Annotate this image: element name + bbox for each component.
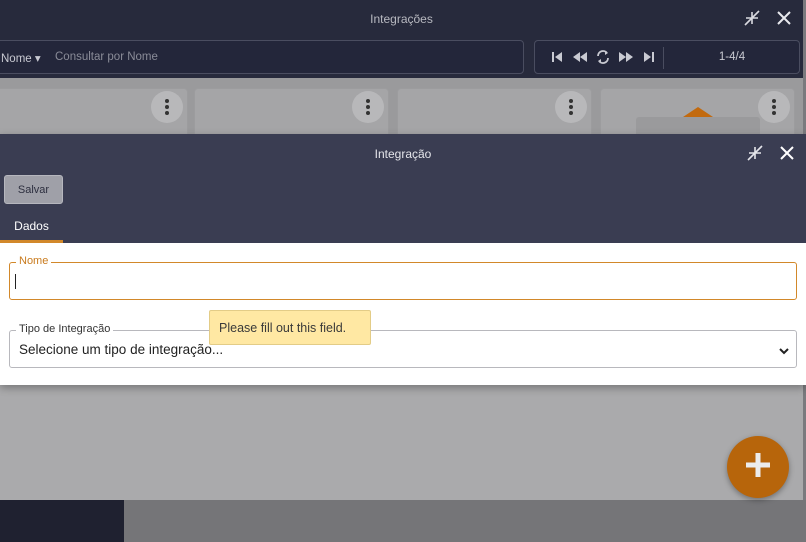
integrations-titlebar: Integrações (0, 0, 803, 40)
prev-page-icon[interactable] (571, 49, 589, 70)
kebab-menu-icon[interactable] (352, 91, 384, 123)
search-input[interactable]: Consultar por Nome (55, 51, 158, 63)
tab-dados[interactable]: Dados (0, 212, 63, 243)
collapse-icon[interactable] (743, 9, 761, 32)
pager-divider (663, 47, 664, 69)
kebab-menu-icon[interactable] (758, 91, 790, 123)
text-caret (15, 274, 16, 289)
pager-count: 1-4/4 (718, 51, 746, 63)
tipo-selected-value: Selecione um tipo de integração... (19, 342, 224, 357)
kebab-menu-icon[interactable] (151, 91, 183, 123)
refresh-icon[interactable] (595, 49, 611, 70)
close-icon[interactable] (775, 9, 793, 32)
background-area (124, 500, 806, 542)
nome-field[interactable]: Nome (9, 255, 797, 300)
integration-card[interactable] (194, 88, 389, 138)
integrations-toolbar: Nome ▾ Consultar por Nome 1-4/4 (0, 36, 803, 78)
nome-label: Nome (16, 255, 52, 267)
next-page-icon[interactable] (617, 49, 635, 70)
background-strip (0, 500, 124, 542)
overlay-area (0, 385, 803, 500)
tipo-integracao-select[interactable]: Tipo de Integração Selecione um tipo de … (9, 323, 797, 368)
close-icon[interactable] (778, 144, 796, 167)
kebab-menu-icon[interactable] (555, 91, 587, 123)
add-integration-button[interactable] (727, 436, 789, 498)
integration-logo (683, 107, 713, 117)
collapse-icon[interactable] (746, 144, 764, 167)
integration-modal: Integração Salvar Dados Nome Tipo de Int… (0, 134, 806, 385)
plus-icon (743, 450, 773, 485)
integration-card[interactable] (600, 88, 795, 138)
chevron-down-icon (778, 344, 790, 362)
search-field-select[interactable]: Nome ▾ (1, 51, 41, 65)
save-button[interactable]: Salvar (4, 175, 63, 204)
pager: 1-4/4 (534, 40, 800, 74)
modal-title: Integração (374, 147, 432, 161)
search-box[interactable]: Nome ▾ Consultar por Nome (0, 40, 524, 74)
last-page-icon[interactable] (641, 49, 657, 70)
integration-card[interactable] (0, 88, 188, 138)
modal-header: Integração Salvar Dados (0, 134, 806, 243)
integrations-title: Integrações (370, 12, 433, 26)
first-page-icon[interactable] (549, 49, 565, 70)
validation-tooltip: Please fill out this field. (209, 310, 371, 345)
integration-card[interactable] (397, 88, 592, 138)
tipo-label: Tipo de Integração (16, 323, 114, 335)
